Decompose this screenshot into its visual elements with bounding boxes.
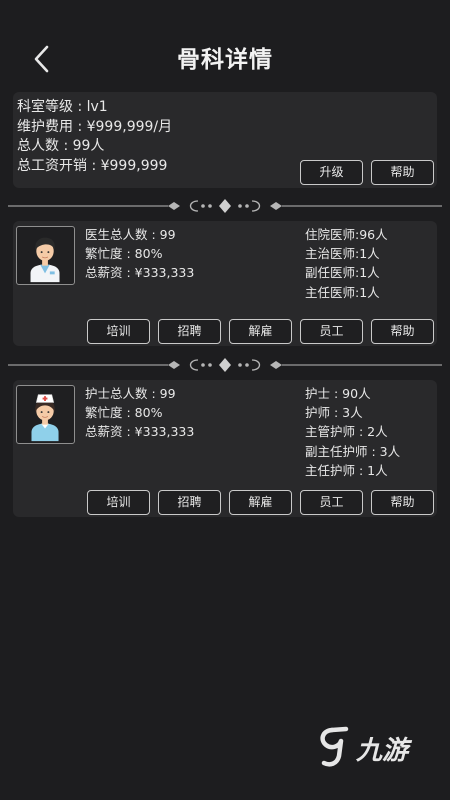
- total-salary: 总工资开销 : ¥999,999: [17, 158, 168, 174]
- watermark-text: 九游: [356, 736, 409, 766]
- nurses-card: 护士总人数 : 99 繁忙度 : 80% 总薪资 : ¥333,333 护士 :…: [13, 380, 437, 517]
- doctor-dismiss-button[interactable]: 解雇: [229, 319, 292, 344]
- doctor-rank-resident: 住院医师:96人: [305, 227, 388, 242]
- nurse-staff-button[interactable]: 员工: [300, 490, 363, 515]
- doctor-train-button[interactable]: 培训: [87, 319, 150, 344]
- header: 骨科详情: [0, 0, 450, 90]
- doctor-staff-button[interactable]: 员工: [300, 319, 363, 344]
- nurse-avatar-icon: [16, 385, 75, 444]
- doctor-recruit-button[interactable]: 招聘: [158, 319, 221, 344]
- nurse-recruit-button[interactable]: 招聘: [158, 490, 221, 515]
- doctors-card: 医生总人数 : 99 繁忙度 : 80% 总薪资 : ¥333,333 住院医师…: [13, 221, 437, 346]
- nurse-train-button[interactable]: 培训: [87, 490, 150, 515]
- nurse-rank-associate-chief: 副主任护师 : 3人: [305, 444, 401, 459]
- nurse-help-button[interactable]: 帮助: [371, 490, 434, 515]
- doctor-salary: 总薪资 : ¥333,333: [85, 265, 195, 280]
- nurse-rank-nurse: 护士 : 90人: [305, 386, 371, 401]
- doctor-help-button[interactable]: 帮助: [371, 319, 434, 344]
- nurse-busyness: 繁忙度 : 80%: [85, 405, 163, 420]
- doctor-avatar-icon: [16, 226, 75, 285]
- nurse-total: 护士总人数 : 99: [85, 386, 176, 401]
- nurse-salary: 总薪资 : ¥333,333: [85, 424, 195, 439]
- ornament-divider-icon: [8, 358, 442, 372]
- page-title: 骨科详情: [177, 47, 273, 73]
- doctor-rank-chief: 主任医师:1人: [305, 285, 380, 300]
- department-help-button[interactable]: 帮助: [371, 160, 434, 185]
- nurse-rank-supervisor: 主管护师 : 2人: [305, 424, 388, 439]
- upgrade-button[interactable]: 升级: [300, 160, 363, 185]
- department-level: 科室等级 : lv1: [17, 99, 108, 115]
- ornament-divider-icon: [8, 199, 442, 213]
- nurse-dismiss-button[interactable]: 解雇: [229, 490, 292, 515]
- headcount: 总人数 : 99人: [17, 138, 105, 154]
- jiuyou-logo-icon: [320, 726, 349, 767]
- doctor-rank-associate: 副任医师:1人: [305, 265, 380, 280]
- nurse-rank-chief: 主任护师 : 1人: [305, 463, 388, 478]
- department-summary-card: 科室等级 : lv1 维护费用 : ¥999,999/月 总人数 : 99人 总…: [13, 92, 437, 188]
- doctor-total: 医生总人数 : 99: [85, 227, 176, 242]
- maintenance-cost: 维护费用 : ¥999,999/月: [17, 119, 173, 135]
- nurse-rank-senior: 护师 : 3人: [305, 405, 363, 420]
- watermark: 九游: [318, 724, 414, 772]
- doctor-busyness: 繁忙度 : 80%: [85, 246, 163, 261]
- doctor-rank-attending: 主治医师:1人: [305, 246, 380, 261]
